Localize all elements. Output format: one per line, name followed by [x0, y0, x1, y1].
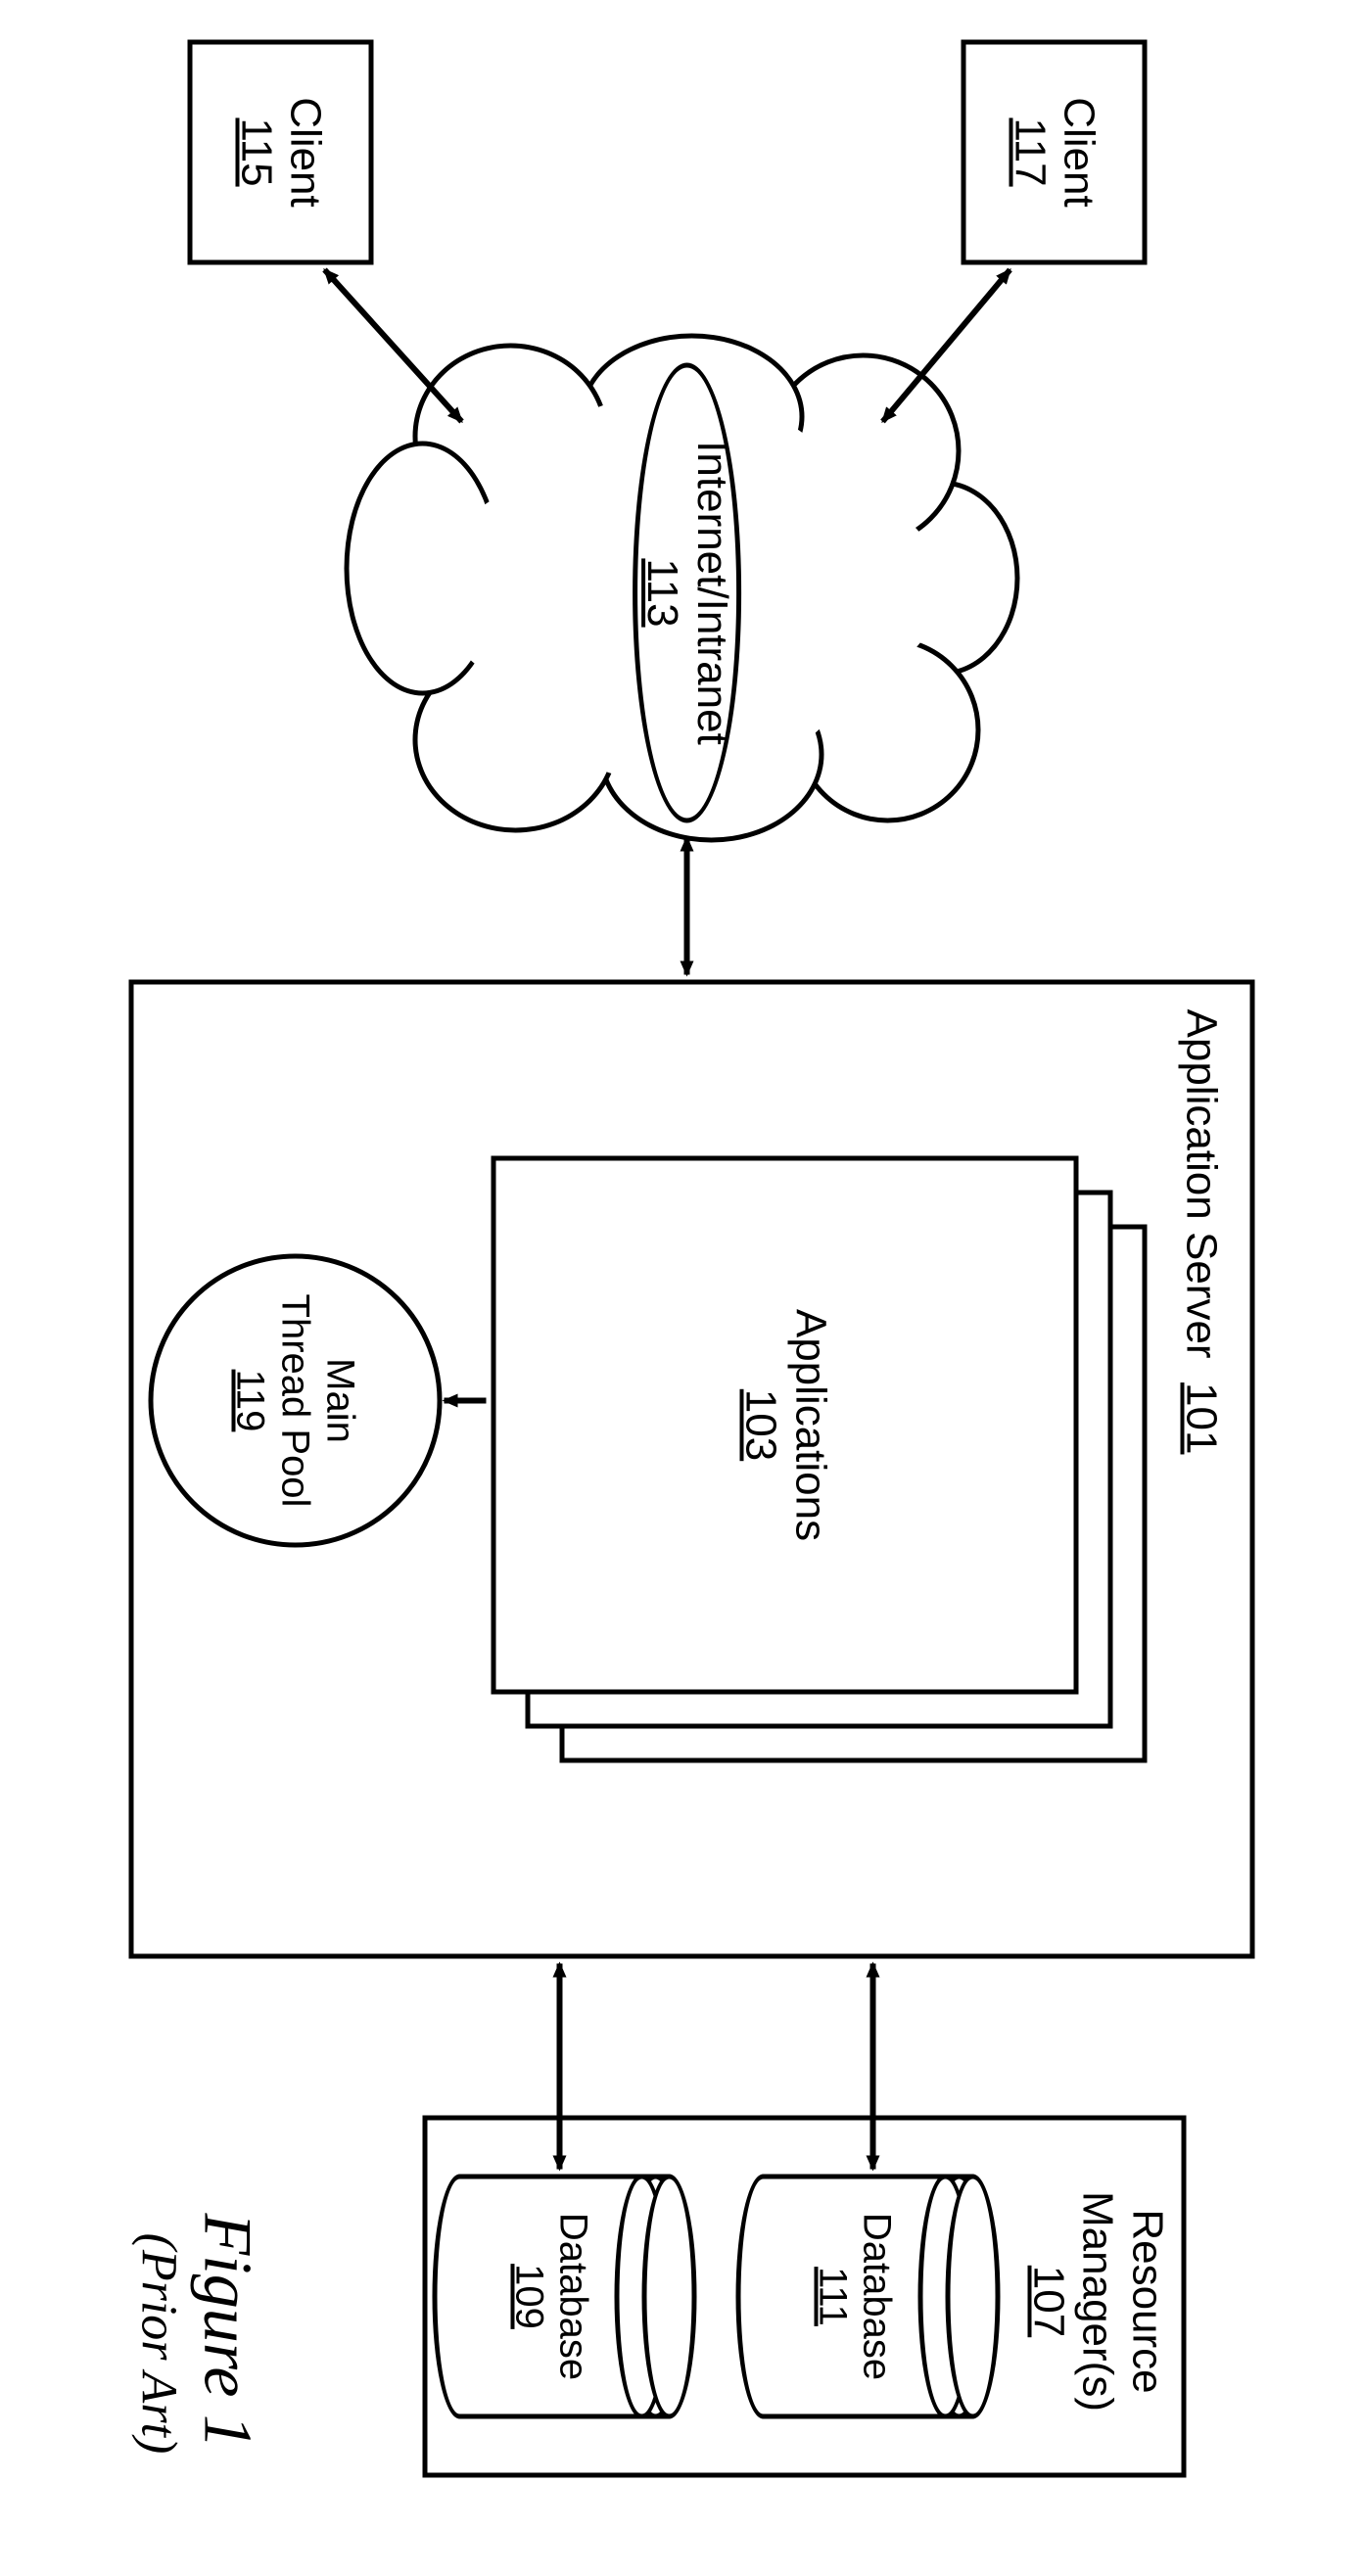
figure-title: Figure 1 [187, 2213, 265, 2448]
network-cloud-label: Internet/Intranet 113 [632, 362, 740, 822]
thread-pool-circle: Main Thread Pool 119 [148, 1253, 442, 1547]
applications-label: Applications 103 [734, 1308, 833, 1540]
client-117-label: Client 117 [1005, 97, 1103, 208]
figure-subtitle: (Prior Art) [129, 2232, 187, 2454]
client-115-label: Client 115 [231, 97, 329, 208]
client-box-115: Client 115 [187, 39, 373, 264]
database-109-label: Database 109 [507, 2174, 595, 2418]
database-111-label: Database 111 [811, 2174, 899, 2418]
applications-card-front: Applications 103 [491, 1155, 1078, 1694]
resource-manager-title: ResourceManager(s)107 [1022, 2164, 1171, 2438]
database-109: Database 109 [432, 2174, 696, 2418]
client-box-117: Client 117 [961, 39, 1147, 264]
network-cloud: Internet/Intranet 113 [353, 362, 1019, 822]
thread-pool-label: Main Thread Pool 119 [227, 1293, 362, 1507]
application-server-title: Application Server 101 [1175, 1008, 1225, 1454]
database-111: Database 111 [735, 2174, 1000, 2418]
